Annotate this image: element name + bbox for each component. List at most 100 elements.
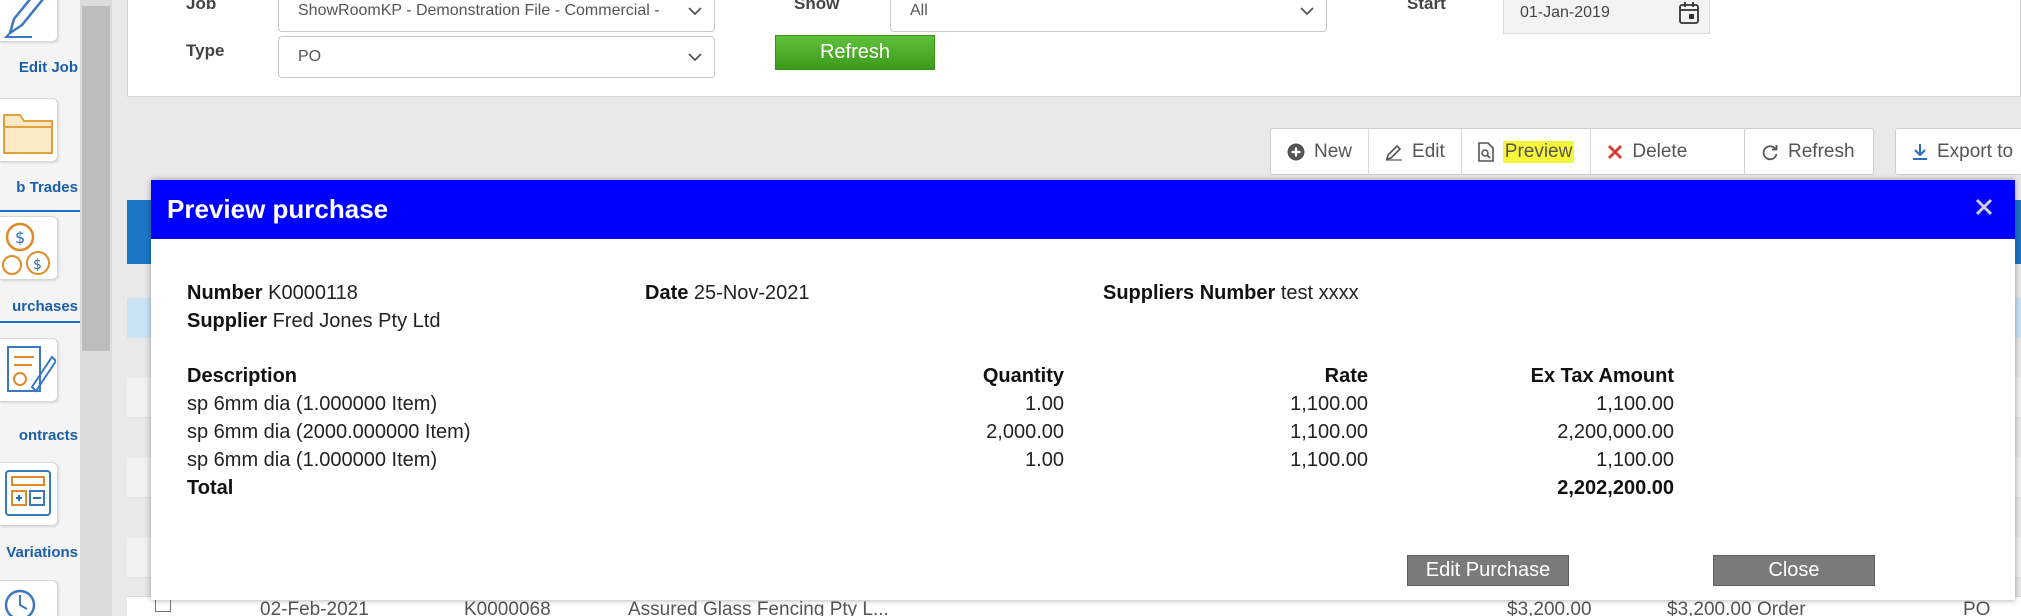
total-label: Total	[187, 477, 234, 499]
suppliers-number-value: test xxxx	[1280, 282, 1359, 304]
export-button[interactable]: Export to	[1896, 129, 2021, 174]
row-status: Order	[1757, 599, 1806, 616]
type-select[interactable]: PO	[278, 36, 715, 78]
record-toolbar: New Edit Preview Delete	[1270, 128, 1750, 175]
export-button-label: Export to	[1937, 140, 2014, 162]
nav-label: ontracts	[18, 427, 78, 444]
row-date: 02-Feb-2021	[260, 599, 369, 616]
calculator-icon	[5, 470, 51, 516]
delete-button[interactable]: Delete	[1591, 129, 1703, 174]
line-amount: 1,100.00	[1596, 393, 1674, 415]
nav-tile	[0, 0, 58, 42]
show-label: Show	[794, 0, 840, 13]
toolbar-refresh-button[interactable]: Refresh	[1745, 129, 1871, 174]
dialog-title: Preview purchase	[167, 194, 389, 224]
toolbar-refresh-label: Refresh	[1788, 140, 1855, 162]
line-description: sp 6mm dia (1.000000 Item)	[187, 393, 438, 415]
contract-icon	[7, 346, 56, 393]
type-label: Type	[186, 41, 225, 60]
nav-scroll-thumb[interactable]	[82, 6, 110, 351]
nav-divider	[0, 321, 80, 323]
preview-purchase-dialog: Preview purchase	[151, 180, 2015, 600]
download-icon	[1913, 143, 1927, 160]
start-label: Start	[1407, 0, 1446, 13]
supplier-field: Supplier Fred Jones Pty Ltd	[187, 310, 440, 333]
preview-button[interactable]: Preview	[1462, 129, 1592, 174]
line-amount: 2,200,000.00	[1557, 421, 1674, 443]
preview-button-label: Preview	[1502, 140, 1575, 163]
number-label: Number	[187, 282, 263, 304]
row-supplier: Assured Glass Fencing Pty L...	[628, 599, 889, 616]
line-rate: 1,100.00	[1290, 449, 1368, 471]
close-button[interactable]: Close	[1713, 555, 1875, 586]
number-value: K0000118	[268, 282, 358, 304]
nav-label: urchases	[12, 298, 78, 315]
document-search-icon	[1477, 141, 1494, 162]
column-description: Description	[187, 365, 298, 387]
edit-button[interactable]: Edit	[1369, 129, 1462, 174]
total-value: 2,202,200.00	[1557, 477, 1674, 499]
line-quantity: 1.00	[1025, 393, 1064, 415]
nav-tile: $ $	[0, 216, 58, 280]
date-label: Date	[645, 282, 689, 304]
nav-tile	[0, 338, 58, 402]
pencil-icon	[1385, 144, 1403, 161]
job-select-value: ShowRoomKP - Demonstration File - Commer…	[298, 2, 660, 19]
line-amount: 1,100.00	[1596, 449, 1674, 471]
filter-refresh-button[interactable]: Refresh	[775, 35, 935, 70]
row-type: PO	[1963, 599, 1991, 616]
refresh-icon	[1762, 144, 1778, 160]
column-rate: Rate	[1324, 365, 1368, 387]
app-root: { "nav": { "items": [ {"label": "Edit Jo…	[0, 0, 2021, 616]
chevron-down-icon	[1300, 7, 1314, 16]
number-field: Number K0000118	[187, 282, 358, 305]
new-button-label: New	[1314, 140, 1353, 162]
column-quantity: Quantity	[982, 365, 1064, 387]
edit-button-label: Edit	[1412, 140, 1445, 162]
close-icon	[1608, 144, 1623, 159]
line-quantity: 1.00	[1025, 449, 1064, 471]
column-ex-tax-amount: Ex Tax Amount	[1530, 365, 1674, 387]
job-select[interactable]: ShowRoomKP - Demonstration File - Commer…	[278, 0, 715, 32]
row-amount-total: $3,200.00	[1667, 599, 1752, 616]
line-quantity: 2,000.00	[986, 421, 1064, 443]
new-button[interactable]: New	[1271, 129, 1370, 174]
clock-icon	[4, 589, 36, 616]
delete-button-label: Delete	[1632, 140, 1688, 162]
supplier-label: Supplier	[187, 310, 268, 332]
plus-circle-icon	[1287, 143, 1305, 160]
line-description: sp 6mm dia (1.000000 Item)	[187, 449, 438, 471]
dialog-header: Preview purchase	[151, 180, 2015, 239]
export-toolbar: Export to	[1895, 128, 2021, 175]
folder-icon	[3, 114, 53, 154]
line-rate: 1,100.00	[1290, 393, 1368, 415]
svg-text:$: $	[33, 257, 42, 273]
chevron-down-icon	[688, 53, 702, 62]
close-icon[interactable]	[1971, 194, 1997, 220]
nav-tile	[0, 462, 58, 526]
svg-text:$: $	[15, 228, 25, 247]
show-select-value: All	[910, 2, 928, 19]
coins-icon: $$	[2, 222, 50, 275]
show-select[interactable]: All	[890, 0, 1327, 32]
date-value: 25-Nov-2021	[693, 282, 810, 304]
nav-divider	[0, 210, 80, 212]
nav-tile	[0, 580, 58, 616]
refresh-toolbar: Refresh	[1744, 128, 1874, 175]
suppliers-number-label: Suppliers Number	[1103, 282, 1276, 304]
nav-label: Edit Job	[18, 59, 78, 76]
start-date-value: 01-Jan-2019	[1520, 4, 1610, 21]
line-description: sp 6mm dia (2000.000000 Item)	[187, 421, 471, 443]
edit-purchase-button[interactable]: Edit Purchase	[1407, 555, 1569, 586]
nav-tile	[0, 98, 58, 162]
job-label: Job	[186, 0, 217, 13]
chevron-down-icon	[688, 7, 702, 16]
pencil-icon	[3, 0, 44, 38]
calendar-icon[interactable]	[1679, 2, 1699, 24]
date-field: Date 25-Nov-2021	[645, 282, 810, 305]
row-amount: $3,200.00	[1507, 599, 1592, 616]
nav-label: Variations	[6, 544, 78, 561]
start-date-input[interactable]: 01-Jan-2019	[1503, 0, 1710, 34]
line-rate: 1,100.00	[1290, 421, 1368, 443]
type-select-value: PO	[298, 48, 322, 65]
